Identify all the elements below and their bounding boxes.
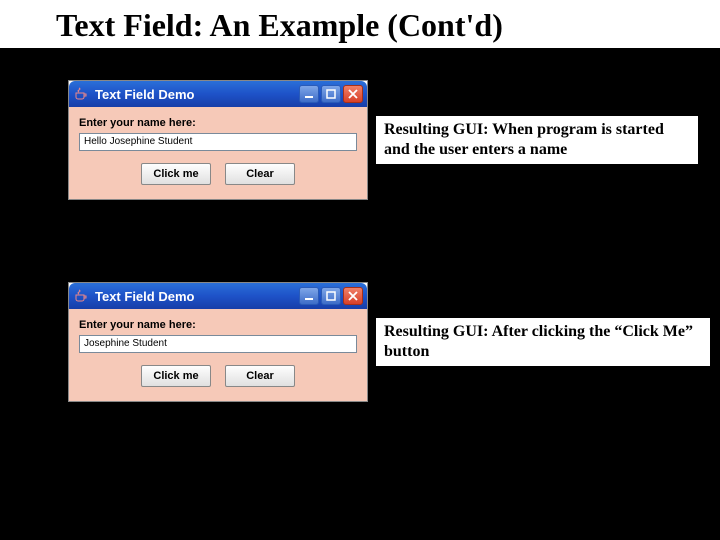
name-field-label: Enter your name here: (79, 117, 357, 129)
minimize-icon (304, 89, 314, 99)
caption-1: Resulting GUI: When program is started a… (376, 116, 698, 164)
java-coffee-icon (73, 288, 89, 304)
name-input-wrap (79, 333, 357, 353)
demo-window-1: Text Field Demo Enter your name here: Cl… (68, 80, 368, 200)
minimize-button[interactable] (299, 287, 319, 305)
name-input[interactable] (79, 335, 357, 353)
maximize-button[interactable] (321, 85, 341, 103)
click-me-button[interactable]: Click me (141, 365, 211, 387)
slide-content: Text Field Demo Enter your name here: Cl… (0, 50, 720, 540)
window-buttons-1 (299, 85, 363, 103)
maximize-icon (326, 291, 336, 301)
titlebar-1: Text Field Demo (69, 81, 367, 107)
caption-2: Resulting GUI: After clicking the “Click… (376, 318, 710, 366)
minimize-icon (304, 291, 314, 301)
window-body-2: Enter your name here: Click me Clear (69, 309, 367, 401)
maximize-button[interactable] (321, 287, 341, 305)
window-title-2: Text Field Demo (95, 289, 299, 304)
name-input[interactable] (79, 133, 357, 151)
click-me-button[interactable]: Click me (141, 163, 211, 185)
close-button[interactable] (343, 287, 363, 305)
close-button[interactable] (343, 85, 363, 103)
window-buttons-2 (299, 287, 363, 305)
demo-window-2: Text Field Demo Enter your name here: Cl… (68, 282, 368, 402)
close-icon (348, 291, 358, 301)
name-input-wrap (79, 131, 357, 151)
button-row-2: Click me Clear (79, 365, 357, 387)
name-field-label: Enter your name here: (79, 319, 357, 331)
clear-button[interactable]: Clear (225, 365, 295, 387)
titlebar-2: Text Field Demo (69, 283, 367, 309)
minimize-button[interactable] (299, 85, 319, 103)
java-coffee-icon (73, 86, 89, 102)
window-title-1: Text Field Demo (95, 87, 299, 102)
slide-title: Text Field: An Example (Cont'd) (0, 0, 720, 50)
close-icon (348, 89, 358, 99)
maximize-icon (326, 89, 336, 99)
button-row-1: Click me Clear (79, 163, 357, 185)
clear-button[interactable]: Clear (225, 163, 295, 185)
window-body-1: Enter your name here: Click me Clear (69, 107, 367, 199)
